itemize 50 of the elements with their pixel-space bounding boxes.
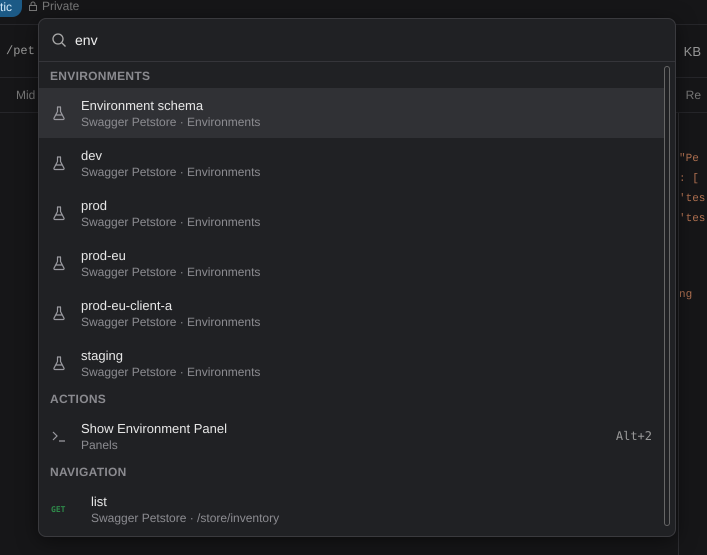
code-line: 'tes xyxy=(679,193,706,205)
result-title: Show Environment Panel xyxy=(81,420,228,436)
code-line: 'tes xyxy=(679,213,706,225)
result-title: prod-eu-client-a xyxy=(81,298,174,312)
tab[interactable]: Mid xyxy=(16,88,36,102)
shortcut-label: Alt+2 xyxy=(616,429,652,443)
section-header: ENVIRONMENTS xyxy=(49,68,152,85)
flask-icon xyxy=(51,205,67,221)
result-subtitle: Swagger Petstore · Environments xyxy=(81,114,262,128)
flask-icon xyxy=(51,105,67,121)
result-title: dev xyxy=(81,148,103,162)
result-title: prod xyxy=(81,198,108,212)
result-item[interactable]: dev Swagger Petstore · Environments xyxy=(39,138,664,188)
result-subtitle: Swagger Petstore · Environments xyxy=(81,214,262,228)
result-title: Environment schema xyxy=(81,98,204,112)
url-text: /pet xyxy=(6,44,35,58)
code-line: ng xyxy=(679,289,692,301)
result-subtitle: Swagger Petstore · /store/inventory xyxy=(91,510,280,524)
tab[interactable]: Re xyxy=(686,88,701,102)
size-text: KB xyxy=(684,44,701,58)
search-icon xyxy=(51,32,67,48)
flask-icon xyxy=(51,355,67,371)
scrollbar[interactable] xyxy=(664,66,670,526)
result-subtitle: Swagger Petstore · Environments xyxy=(81,364,262,378)
method-label: GET xyxy=(51,504,66,514)
result-item[interactable]: prod-eu-client-a Swagger Petstore · Environments xyxy=(39,288,664,338)
result-item[interactable]: Show Environment Panel Panels Alt+2 xyxy=(39,411,664,461)
section-header: ACTIONS xyxy=(49,391,108,408)
result-subtitle: Swagger Petstore · Environments xyxy=(81,314,262,328)
result-item[interactable]: prod-eu Swagger Petstore · Environments xyxy=(39,238,664,288)
result-subtitle: Panels xyxy=(81,438,119,452)
result-item[interactable]: Environment schema Swagger Petstore · Environments xyxy=(39,88,664,138)
result-title: list xyxy=(91,494,108,508)
result-subtitle: Swagger Petstore · Environments xyxy=(81,164,262,178)
result-item[interactable]: GET list Swagger Petstore · /store/inventory xyxy=(39,484,664,534)
visibility-badge[interactable]: tic xyxy=(0,0,22,17)
section-header: NAVIGATION xyxy=(49,464,128,481)
private-label[interactable]: Private xyxy=(42,0,80,12)
result-title: prod-eu xyxy=(81,248,127,262)
result-item[interactable]: staging Swagger Petstore · Environments xyxy=(39,338,664,388)
result-subtitle: Swagger Petstore · Environments xyxy=(81,264,262,278)
flask-icon xyxy=(51,155,67,171)
flask-icon xyxy=(51,255,67,271)
search-field[interactable]: env xyxy=(75,32,663,48)
result-item[interactable]: prod Swagger Petstore · Environments xyxy=(39,188,664,238)
flask-icon xyxy=(51,305,67,321)
lock-icon xyxy=(28,1,38,11)
result-title: staging xyxy=(81,348,124,362)
code-line: : [ xyxy=(679,173,699,185)
code-line: "Pe xyxy=(679,153,699,165)
